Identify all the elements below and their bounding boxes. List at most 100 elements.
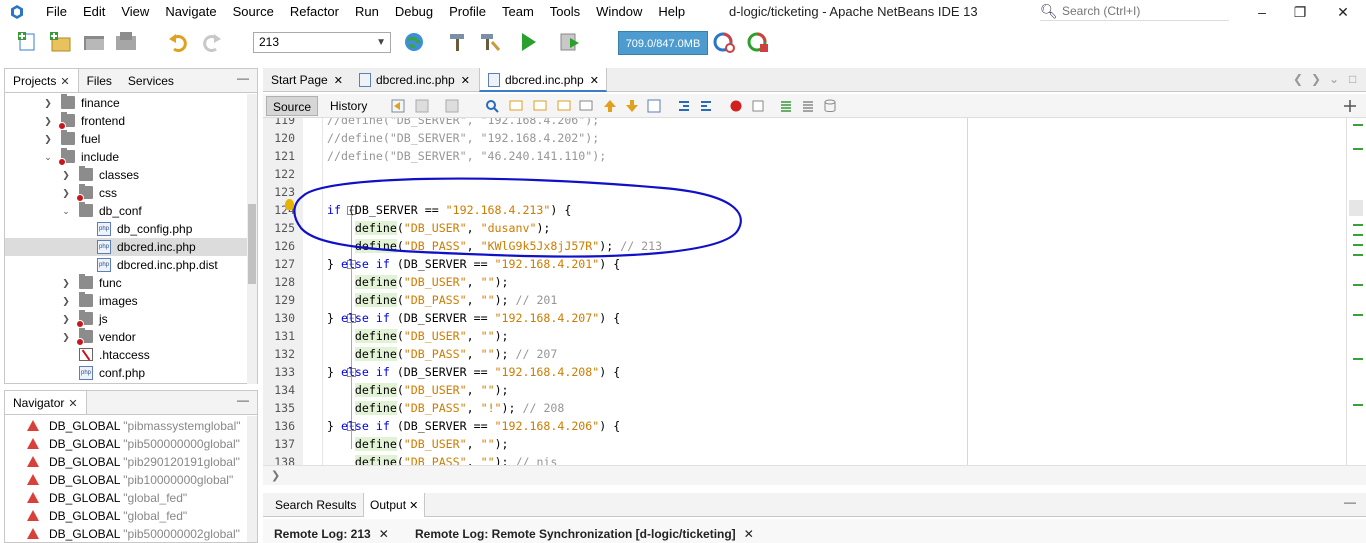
menu-debug[interactable]: Debug [387,4,441,19]
close-icon[interactable]: ✕ [590,75,599,87]
maximize-icon[interactable]: □ [1349,72,1356,86]
tree-item[interactable]: .htaccess [5,346,255,364]
tab-services[interactable]: Services [120,69,182,92]
source-mode-button[interactable]: Source [266,96,319,116]
open-project-icon[interactable] [82,30,106,54]
close-icon[interactable]: ✕ [744,527,754,541]
tree-item[interactable]: ❯ finance [5,94,255,112]
close-icon[interactable]: ✕ [406,500,418,512]
undo-icon[interactable] [166,30,190,54]
tree-item[interactable]: ❯ images [5,292,255,310]
previous-bookmark-icon[interactable] [603,99,617,113]
close-icon[interactable]: ✕ [334,75,343,87]
find-selection-icon[interactable] [557,99,571,113]
maximize-window-button[interactable]: ❐ [1285,2,1315,22]
close-icon[interactable]: ✕ [68,398,77,410]
chevron-right-icon[interactable]: ❯ [61,274,71,292]
menu-team[interactable]: Team [494,4,542,19]
shift-left-icon[interactable] [677,99,691,113]
navigator-scrollbar[interactable] [247,416,257,542]
toggle-bookmark-icon[interactable] [647,99,661,113]
tree-item[interactable]: ❯ js [5,310,255,328]
tree-item[interactable]: ⌄ include [5,148,255,166]
chevron-right-icon[interactable]: ❯ [61,184,71,202]
last-edit-icon[interactable] [391,99,405,113]
split-editor-icon[interactable] [1343,99,1357,113]
chevron-right-icon[interactable]: ❯ [271,469,280,482]
menu-file[interactable]: File [38,4,75,19]
globe-icon[interactable] [402,30,426,54]
tab-projects[interactable]: Projects ✕ [5,69,79,92]
redo-icon[interactable] [200,30,224,54]
chevron-right-icon[interactable]: ❯ [61,292,71,310]
record-macro-icon[interactable] [729,99,743,113]
editor-horizontal-scrollbar[interactable]: ❯ [263,465,1366,485]
output-subtab[interactable]: Remote Log: 213 ✕ [274,519,389,543]
chevron-right-icon[interactable]: ❯ [61,310,71,328]
close-icon[interactable]: ✕ [379,527,389,541]
output-subtab[interactable]: Remote Log: Remote Synchronization [d-lo… [415,519,754,543]
run-icon[interactable] [516,30,540,54]
tree-item[interactable]: ⌄ db_conf [5,202,255,220]
find-previous-icon[interactable] [509,99,523,113]
shift-right-icon[interactable] [699,99,713,113]
menu-view[interactable]: View [113,4,157,19]
tree-item[interactable]: php dbcred.inc.php [5,238,255,256]
back-icon[interactable] [415,99,429,113]
toggle-highlight-icon[interactable] [579,99,593,113]
output-tab[interactable]: Output ✕ [363,493,426,517]
menu-tools[interactable]: Tools [542,4,588,19]
close-project-icon[interactable] [114,30,138,54]
minimize-panel-button[interactable]: — [1344,495,1356,509]
menu-window[interactable]: Window [588,4,650,19]
chevron-right-icon[interactable]: ❯ [43,94,53,112]
chevron-right-icon[interactable]: ❯ [1311,72,1321,86]
code-editor[interactable]: 119 120 121 122 123 124 125 126 127 128 129 130 131 1… [263,118,1346,465]
comment-icon[interactable] [779,99,793,113]
debug-icon[interactable] [558,30,582,54]
tree-item[interactable]: ❯ css [5,184,255,202]
chevron-right-icon[interactable]: ❯ [43,112,53,130]
next-bookmark-icon[interactable] [625,99,639,113]
menu-profile[interactable]: Profile [441,4,494,19]
database-icon[interactable] [823,99,837,113]
profile-snapshot-icon[interactable] [746,30,770,54]
tree-item[interactable]: ❯ frontend [5,112,255,130]
menu-help[interactable]: Help [650,4,693,19]
chevron-right-icon[interactable]: ❯ [61,328,71,346]
menu-run[interactable]: Run [347,4,387,19]
tree-item[interactable]: php dbcred.inc.php.dist [5,256,255,274]
search-box[interactable]: 🔍︎ [1040,2,1229,21]
clean-build-icon[interactable] [478,30,502,54]
editor-tab[interactable]: dbcred.inc.php ✕ [479,68,607,92]
minimize-window-button[interactable]: – [1247,2,1277,22]
editor-tab[interactable]: Start Page ✕ [263,68,351,92]
stop-macro-icon[interactable] [751,99,765,113]
tree-item[interactable]: ❯ classes [5,166,255,184]
history-mode-button[interactable]: History [324,96,373,116]
menu-edit[interactable]: Edit [75,4,113,19]
memory-indicator[interactable]: 709.0/847.0MB [618,31,708,55]
chevron-left-icon[interactable]: ❮ [1293,72,1303,86]
editor-tab[interactable]: dbcred.inc.php ✕ [351,68,477,92]
close-icon[interactable]: ✕ [461,75,470,87]
menu-navigate[interactable]: Navigate [157,4,224,19]
editor-scrollbar[interactable] [1346,118,1366,465]
menu-source[interactable]: Source [225,4,282,19]
uncomment-icon[interactable] [801,99,815,113]
hammer-icon[interactable] [446,30,470,54]
profile-icon[interactable] [712,30,736,54]
minimize-panel-button[interactable]: — [237,393,249,407]
tree-item[interactable]: ❯ func [5,274,255,292]
tree-scrollbar[interactable] [247,94,257,384]
output-tab[interactable]: Search Results [269,493,362,517]
search-input[interactable] [1062,4,1222,18]
tree-item[interactable]: ❯ fuel [5,130,255,148]
editor-scroll-thumb[interactable] [1349,200,1363,216]
menu-refactor[interactable]: Refactor [282,4,347,19]
close-icon[interactable]: ✕ [60,76,69,88]
configuration-select[interactable]: 213 ▼ [253,32,391,53]
tree-item[interactable]: ❯ vendor [5,328,255,346]
chevron-right-icon[interactable]: ❯ [43,130,53,148]
tree-scroll-thumb[interactable] [248,204,256,284]
